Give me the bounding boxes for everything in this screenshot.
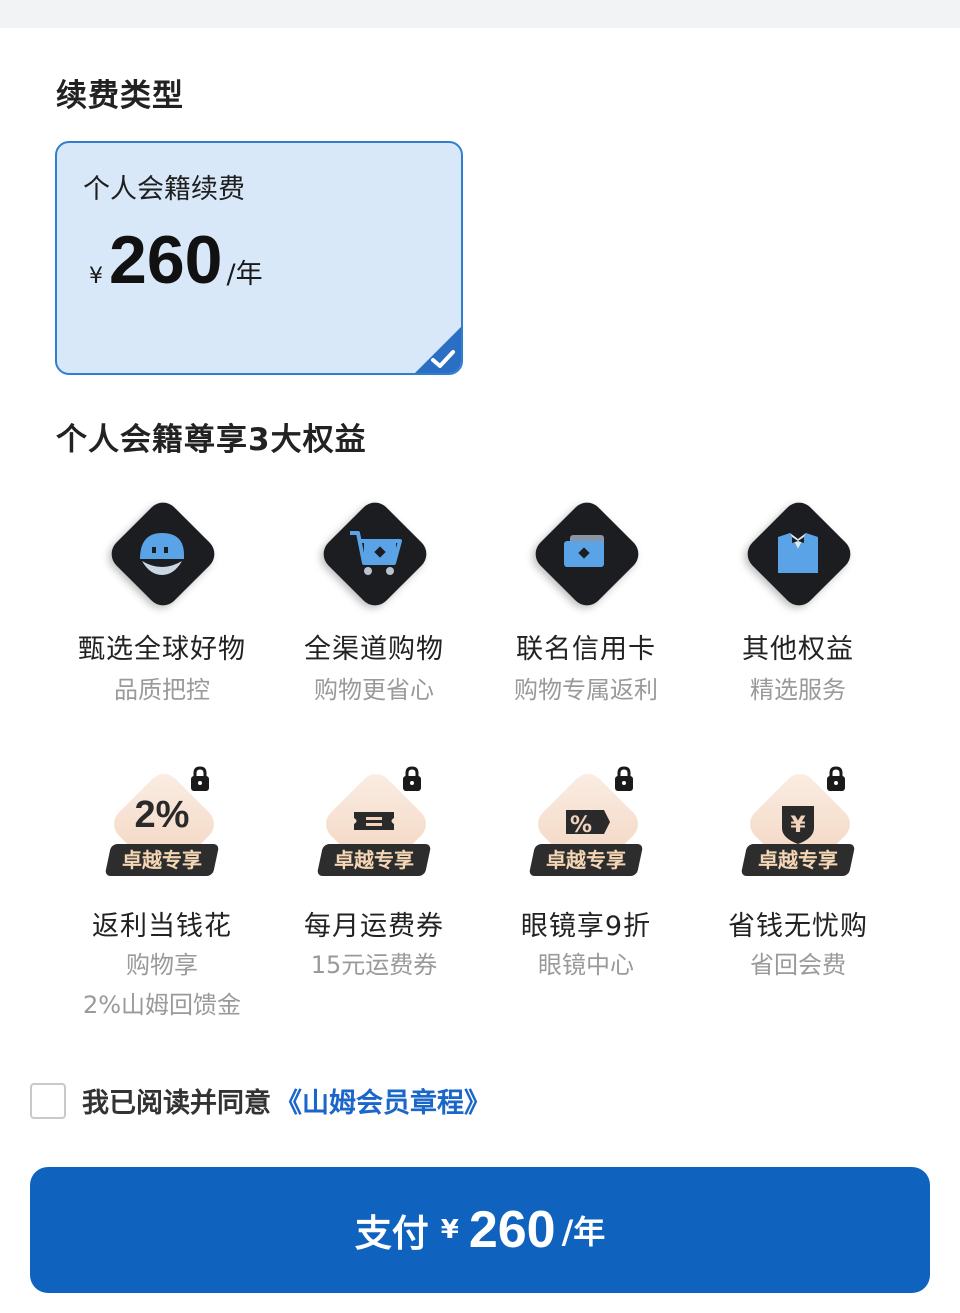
benefit-sub-2: 2%山姆回馈金 (82, 991, 242, 1019)
benefit-title: 眼镜享9折 (520, 911, 652, 942)
credit-card-icon (564, 535, 604, 567)
benefit-title: 省钱无忧购 (728, 911, 868, 942)
benefit-sub: 品质把控 (114, 676, 210, 704)
top-status-strip (0, 0, 960, 28)
plan-currency: ¥ (89, 264, 103, 289)
benefits-title: 个人会籍尊享3大权益 (56, 422, 367, 458)
premium-badge: 卓越专享 (104, 844, 220, 876)
benefit-global-goods[interactable]: 甄选全球好物 品质把控 (62, 493, 262, 710)
benefit-title: 其他权益 (742, 634, 854, 665)
renewal-type-title: 续费类型 (56, 78, 184, 114)
pay-amount: 260 (468, 1201, 556, 1259)
benefit-sub: 购物享 (126, 951, 198, 979)
benefit-sub: 眼镜中心 (538, 951, 634, 979)
pay-label: 支付 (354, 1212, 429, 1255)
premium-badge: 卓越专享 (528, 844, 644, 876)
pay-unit: /年 (561, 1213, 606, 1251)
agreement-checkbox[interactable] (30, 1082, 66, 1119)
benefit-title: 每月运费券 (304, 911, 444, 942)
plan-price: ¥ 260 /年 (89, 221, 263, 299)
benefit-others[interactable]: 其他权益 精选服务 (698, 493, 898, 710)
globe-helmet-icon (140, 533, 184, 575)
premium-benefit-shipping[interactable]: 卓越专享 每月运费券 15元运费券 (274, 766, 474, 985)
premium-benefit-save-fee[interactable]: ¥ 卓越专享 省钱无忧购 省回会费 (698, 766, 898, 985)
membership-terms-link[interactable]: 《山姆会员章程》 (275, 1081, 491, 1120)
checkmark-icon (431, 350, 455, 368)
agreement-text: 我已阅读并同意 (82, 1088, 271, 1119)
premium-badge: 卓越专享 (740, 844, 856, 876)
benefit-title: 甄选全球好物 (78, 634, 246, 665)
benefit-title: 全渠道购物 (304, 634, 444, 665)
benefit-omnichannel[interactable]: 全渠道购物 购物更省心 (274, 493, 474, 710)
benefit-sub: 购物专属返利 (514, 676, 658, 704)
benefit-sub: 购物更省心 (314, 676, 434, 704)
premium-badge: 卓越专享 (316, 844, 432, 876)
plan-card-personal-renewal[interactable]: 个人会籍续费 ¥ 260 /年 (55, 141, 463, 375)
pay-button[interactable]: 支付 ¥ 260 /年 (30, 1167, 930, 1293)
plan-price-value: 260 (109, 222, 223, 298)
plan-price-unit: /年 (226, 259, 263, 290)
benefit-sub: 精选服务 (750, 676, 846, 704)
benefit-title: 返利当钱花 (92, 911, 232, 942)
benefit-sub: 15元运费券 (310, 951, 438, 979)
benefit-cobrand-card[interactable]: 联名信用卡 购物专属返利 (486, 493, 686, 710)
benefit-title: 联名信用卡 (516, 634, 656, 665)
pay-currency: ¥ (440, 1215, 459, 1245)
suit-icon (778, 533, 818, 573)
plan-name: 个人会籍续费 (83, 174, 245, 205)
benefit-sub: 省回会费 (750, 951, 846, 979)
premium-benefit-glasses[interactable]: % 卓越专享 眼镜享9折 眼镜中心 (486, 766, 686, 985)
premium-benefit-rebate[interactable]: 2% 卓越专享 返利当钱花 购物享 2%山姆回馈金 (62, 766, 262, 1025)
agreement-row: 我已阅读并同意 《山姆会员章程》 (30, 1081, 491, 1120)
shopping-cart-icon (350, 531, 402, 575)
